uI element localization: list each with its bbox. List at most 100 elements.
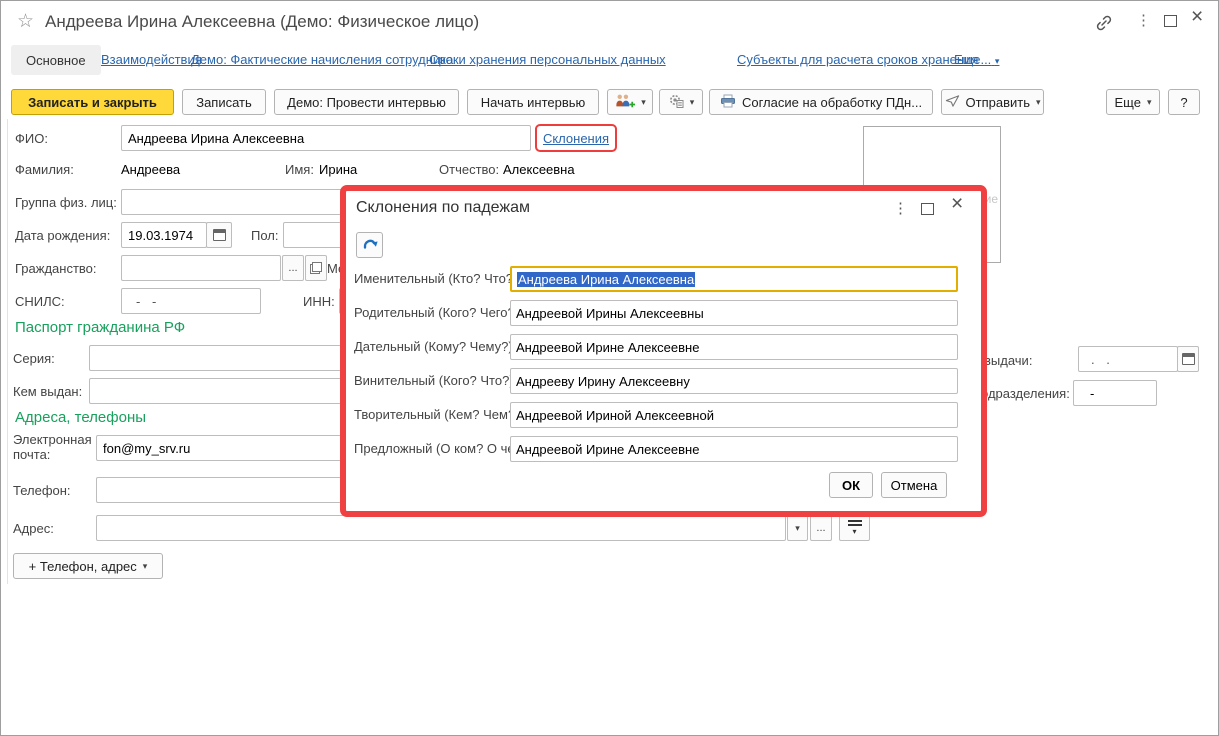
maximize-icon[interactable]	[1164, 15, 1177, 27]
consent-print-button[interactable]: Согласие на обработку ПДн...	[709, 89, 933, 115]
start-interview-button[interactable]: Начать интервью	[467, 89, 599, 115]
open-in-window-icon[interactable]	[305, 255, 327, 281]
dialog-close-icon[interactable]: ×	[951, 193, 963, 215]
group-label: Группа физ. лиц:	[15, 195, 117, 210]
dept-code-label-cut: одразделения:	[981, 386, 1070, 401]
case-dative-input[interactable]: Андреевой Ирине Алексеевне	[510, 334, 958, 360]
dept-code-input[interactable]: -	[1073, 380, 1157, 406]
refresh-arrow-icon	[361, 235, 379, 256]
declension-highlight: Склонения	[535, 124, 617, 152]
tab-more-label: Еще...	[954, 52, 991, 67]
refill-button[interactable]	[356, 232, 383, 258]
tab-main[interactable]: Основное	[11, 45, 101, 75]
series-label: Серия:	[13, 351, 55, 366]
address-form-button[interactable]: ▾	[839, 514, 870, 541]
more-label: Еще	[1115, 95, 1141, 110]
address-label: Адрес:	[13, 521, 54, 536]
surname-label: Фамилия:	[15, 162, 74, 177]
gear-document-icon	[668, 93, 684, 111]
gender-label: Пол:	[251, 228, 279, 243]
patronymic-label: Отчество:	[439, 162, 499, 177]
people-add-icon	[614, 93, 635, 112]
citizenship-input[interactable]	[121, 255, 281, 281]
tab-retention-subjects[interactable]: Субъекты для расчета сроков хранения	[737, 52, 978, 67]
get-link-icon[interactable]	[1094, 13, 1114, 38]
name-label: Имя:	[285, 162, 314, 177]
send-button[interactable]: Отправить ▾	[941, 89, 1044, 115]
case-nominative-label: Именительный (Кто? Что?):	[354, 271, 521, 286]
contacts-section-header: Адреса, телефоны	[15, 409, 146, 426]
case-dative-label: Дательный (Кому? Чему?):	[354, 339, 516, 354]
patronymic-value: Алексеевна	[503, 162, 575, 177]
more-button[interactable]: Еще ▾	[1106, 89, 1160, 115]
snils-input[interactable]: - -	[121, 288, 261, 314]
app-window: ☆ Андреева Ирина Алексеевна (Демо: Физич…	[0, 0, 1219, 736]
form-separator	[7, 119, 8, 584]
templates-button[interactable]: ▾	[659, 89, 703, 115]
favorite-star-icon[interactable]: ☆	[17, 10, 34, 33]
address-input[interactable]	[96, 515, 786, 541]
tab-demo-accruals[interactable]: Демо: Фактические начисления сотрудника	[191, 52, 453, 67]
declension-dialog: Склонения по падежам ⋮ × Именительный (К…	[340, 185, 987, 517]
issue-date-label-cut: выдачи:	[984, 353, 1032, 368]
issued-by-label: Кем выдан:	[13, 384, 82, 399]
send-label: Отправить	[966, 95, 1030, 110]
calendar-icon[interactable]	[1177, 346, 1199, 372]
name-value: Ирина	[319, 162, 357, 177]
case-prepositional-input[interactable]: Андреевой Ирине Алексеевне	[510, 436, 958, 462]
window-menu-icon[interactable]: ⋮	[1136, 9, 1151, 33]
chevron-down-icon: ▾	[795, 524, 800, 533]
add-contact-button[interactable]: + Телефон, адрес ▾	[13, 553, 163, 579]
cancel-button[interactable]: Отмена	[881, 472, 947, 498]
save-button[interactable]: Записать	[182, 89, 266, 115]
chevron-down-icon: ▾	[1147, 98, 1152, 107]
ellipsis-button[interactable]: ...	[282, 255, 304, 281]
address-ellipsis-button[interactable]: ...	[810, 515, 832, 541]
dialog-title: Склонения по падежам	[356, 199, 530, 217]
issue-date-mask: . .	[1091, 352, 1114, 367]
ok-button[interactable]: ОК	[829, 472, 873, 498]
chevron-down-icon: ▾	[690, 98, 695, 107]
case-nominative-input[interactable]: Андреева Ирина Алексеевна	[510, 266, 958, 292]
address-dropdown-icon[interactable]: ▾	[787, 515, 808, 541]
birthdate-label: Дата рождения:	[15, 228, 110, 243]
help-button[interactable]: ?	[1168, 89, 1200, 115]
case-genitive-label: Родительный (Кого? Чего?):	[354, 305, 523, 320]
inn-label: ИНН:	[303, 294, 335, 309]
snils-mask: - -	[136, 294, 160, 309]
surname-value: Андреева	[121, 162, 180, 177]
close-icon[interactable]: ×	[1191, 6, 1203, 28]
dialog-menu-icon[interactable]: ⋮	[893, 197, 908, 221]
add-contact-label: + Телефон, адрес	[29, 559, 137, 574]
chevron-down-icon: ▾	[641, 98, 646, 107]
phone-label: Телефон:	[13, 483, 71, 498]
tab-more[interactable]: Еще... ▾	[954, 52, 999, 67]
birthdate-input[interactable]: 19.03.1974	[121, 222, 207, 248]
email-label: Электронная почта:	[13, 432, 93, 462]
declension-link[interactable]: Склонения	[543, 131, 609, 146]
case-genitive-input[interactable]: Андреевой Ирины Алексеевны	[510, 300, 958, 326]
case-accusative-label: Винительный (Кого? Что?):	[354, 373, 517, 388]
add-person-button[interactable]: ▾	[607, 89, 653, 115]
window-title: Андреева Ирина Алексеевна (Демо: Физичес…	[45, 12, 479, 32]
send-icon	[945, 94, 960, 111]
save-close-button[interactable]: Записать и закрыть	[11, 89, 174, 115]
issue-date-input[interactable]: . .	[1078, 346, 1178, 372]
case-instrumental-input[interactable]: Андреевой Ириной Алексеевной	[510, 402, 958, 428]
case-instrumental-label: Творительный (Кем? Чем?):	[354, 407, 523, 422]
selected-text: Андреева Ирина Алексеевна	[517, 272, 695, 287]
case-accusative-input[interactable]: Андрееву Ирину Алексеевну	[510, 368, 958, 394]
demo-interview-button[interactable]: Демо: Провести интервью	[274, 89, 459, 115]
chevron-down-icon: ▾	[143, 562, 148, 571]
address-lines-icon: ▾	[848, 520, 862, 536]
snils-label: СНИЛС:	[15, 294, 65, 309]
calendar-icon[interactable]	[206, 222, 232, 248]
tab-interactions[interactable]: Взаимодействия	[101, 52, 202, 67]
tab-retention-periods[interactable]: Сроки хранения персональных данных	[429, 52, 666, 67]
dialog-maximize-icon[interactable]	[921, 203, 934, 215]
passport-section-header: Паспорт гражданина РФ	[15, 319, 185, 336]
printer-icon	[720, 94, 736, 111]
fio-input[interactable]: Андреева Ирина Алексеевна	[121, 125, 531, 151]
chevron-down-icon: ▾	[1036, 98, 1041, 107]
citizenship-label: Гражданство:	[15, 261, 97, 276]
